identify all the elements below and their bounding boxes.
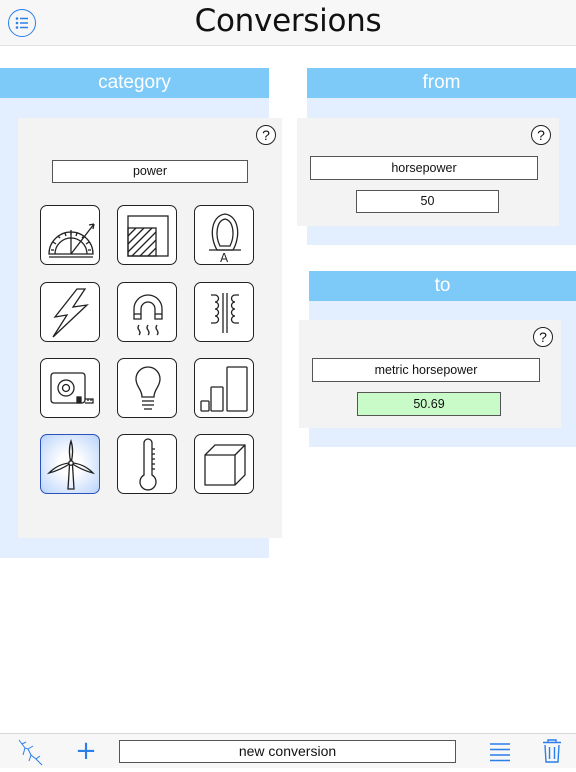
to-heading: to bbox=[309, 271, 576, 301]
tile-magnetism[interactable] bbox=[117, 282, 177, 342]
tile-volume[interactable] bbox=[194, 434, 254, 494]
magnet-heat-icon bbox=[133, 294, 163, 336]
tile-angle[interactable] bbox=[40, 205, 100, 265]
from-help-button[interactable]: ? bbox=[531, 125, 551, 145]
transformer-icon bbox=[211, 293, 239, 333]
tile-length[interactable] bbox=[40, 358, 100, 418]
tape-measure-length-icon bbox=[50, 372, 94, 404]
list-lines-icon bbox=[490, 743, 510, 762]
wind-turbine-power-icon bbox=[46, 438, 96, 490]
svg-text:A: A bbox=[220, 251, 229, 265]
tile-power[interactable] bbox=[40, 434, 100, 494]
tile-area[interactable] bbox=[117, 205, 177, 265]
add-button[interactable]: + bbox=[74, 736, 98, 766]
to-help-button[interactable]: ? bbox=[533, 327, 553, 347]
list-button[interactable] bbox=[488, 740, 512, 764]
category-heading: category bbox=[0, 68, 269, 98]
thermometer-temperature-icon bbox=[139, 438, 157, 491]
cube-volume-icon bbox=[204, 444, 246, 486]
category-field[interactable]: power bbox=[52, 160, 248, 183]
to-result-value: 50.69 bbox=[357, 392, 501, 416]
delete-button[interactable] bbox=[541, 738, 563, 764]
light-bulb-icon bbox=[135, 366, 161, 410]
tile-light[interactable] bbox=[117, 358, 177, 418]
protractor-angle-icon bbox=[48, 223, 95, 258]
from-heading: from bbox=[307, 68, 576, 98]
category-help-button[interactable]: ? bbox=[256, 125, 276, 145]
trash-icon bbox=[543, 739, 561, 763]
lightning-tree-button[interactable] bbox=[16, 737, 46, 767]
to-unit-field[interactable]: metric horsepower bbox=[312, 358, 540, 382]
tile-energy[interactable] bbox=[40, 282, 100, 342]
tile-transformer[interactable] bbox=[194, 282, 254, 342]
tile-current[interactable]: A bbox=[194, 205, 254, 265]
lightning-tree-icon bbox=[18, 739, 43, 766]
bottom-toolbar: + new conversion bbox=[0, 733, 576, 768]
area-icon bbox=[127, 215, 169, 257]
from-value-input[interactable]: 50 bbox=[356, 190, 499, 213]
size-bars-icon bbox=[200, 366, 248, 412]
tile-temperature[interactable] bbox=[117, 434, 177, 494]
from-unit-field[interactable]: horsepower bbox=[310, 156, 538, 180]
page-title: Conversions bbox=[194, 3, 382, 39]
ammeter-current-icon: A bbox=[209, 213, 241, 265]
tile-size[interactable] bbox=[194, 358, 254, 418]
conversion-name-input[interactable]: new conversion bbox=[119, 740, 456, 763]
lightning-energy-icon bbox=[52, 288, 89, 338]
